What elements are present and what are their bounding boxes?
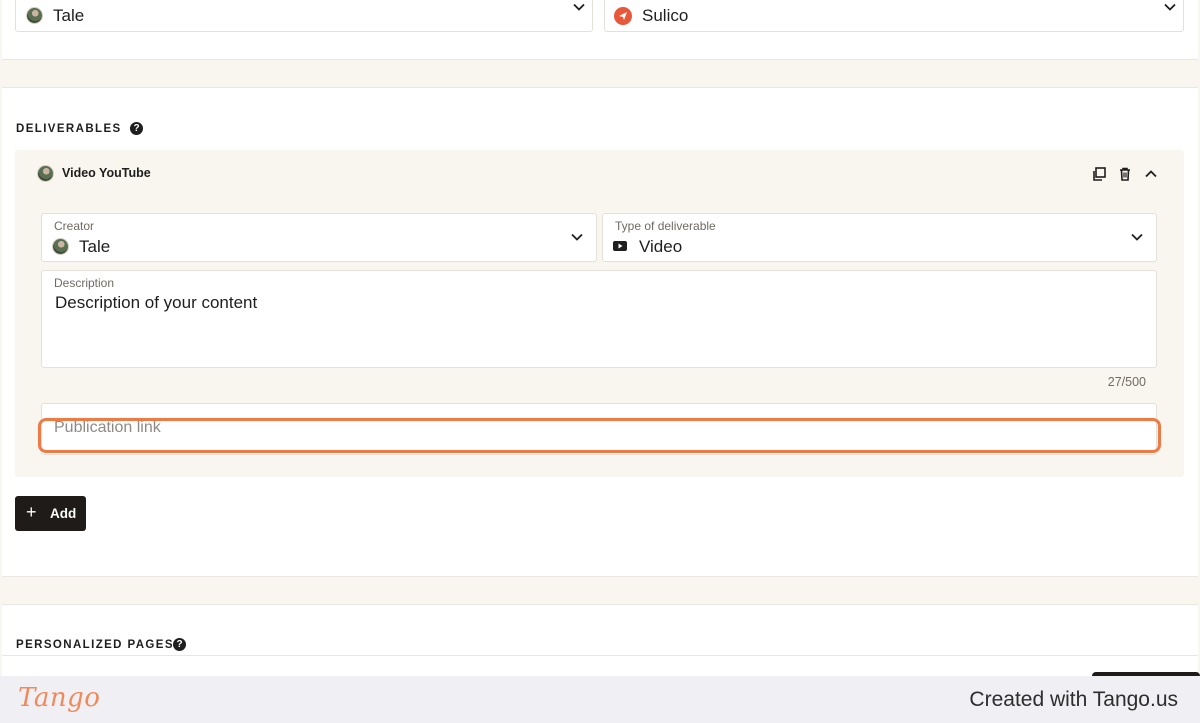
creator-select[interactable]: Tale — [15, 0, 593, 32]
creator-avatar — [52, 238, 69, 255]
description-value: Description of your content — [55, 293, 258, 312]
created-with-text: Created with Tango.us — [969, 688, 1178, 711]
publication-link-input[interactable]: Publication link — [41, 403, 1157, 455]
creator-avatar — [26, 7, 43, 24]
creator-field-label: Creator — [54, 219, 95, 233]
duplicate-icon[interactable] — [1091, 166, 1107, 182]
brand-logo-icon — [614, 7, 632, 25]
deliverables-title: DELIVERABLES — [16, 123, 122, 135]
deliverable-card: Video YouTube Creator Tale Type of deliv… — [15, 150, 1184, 477]
creator-select-value: Tale — [53, 6, 85, 25]
add-button-label: Add — [50, 506, 77, 521]
chevron-down-icon — [573, 3, 585, 11]
chevron-down-icon — [1131, 233, 1143, 241]
publication-link-placeholder: Publication link — [54, 419, 161, 436]
personalized-pages-section: PERSONALIZED PAGES ? — [2, 605, 1198, 676]
top-section: Tale Sulico — [2, 0, 1198, 60]
plus-icon: + — [26, 502, 37, 522]
type-field-value: Video — [639, 237, 683, 256]
chevron-down-icon — [571, 233, 583, 241]
add-deliverable-button[interactable]: + Add — [15, 496, 86, 531]
creator-field-value: Tale — [79, 237, 111, 256]
personalized-pages-title: PERSONALIZED PAGES — [16, 639, 174, 651]
brand-select[interactable]: Sulico — [604, 0, 1184, 32]
page: Tale Sulico DELIVERABLES ? Video YouTube — [2, 0, 1198, 676]
type-field-label: Type of deliverable — [615, 219, 716, 233]
section-divider — [2, 59, 1198, 88]
description-label: Description — [54, 276, 115, 290]
help-icon[interactable]: ? — [130, 122, 143, 135]
chevron-up-icon[interactable] — [1143, 166, 1159, 182]
help-icon[interactable]: ? — [173, 638, 186, 651]
video-play-icon — [613, 241, 627, 251]
creator-field[interactable]: Creator Tale — [41, 213, 597, 262]
chevron-down-icon — [1164, 3, 1176, 11]
deliverable-name: Video YouTube — [62, 166, 151, 180]
divider — [2, 655, 1198, 656]
description-textarea[interactable]: Description Description of your content — [41, 270, 1157, 368]
brand-select-value: Sulico — [642, 6, 689, 25]
deliverable-type-field[interactable]: Type of deliverable Video — [602, 213, 1157, 262]
tango-logo: Tango — [18, 683, 101, 713]
deliverable-creator-avatar — [37, 165, 54, 182]
trash-icon[interactable] — [1117, 166, 1133, 182]
section-divider — [2, 576, 1198, 605]
tango-footer: Tango Created with Tango.us — [0, 676, 1200, 723]
character-counter: 27/500 — [1107, 375, 1146, 389]
